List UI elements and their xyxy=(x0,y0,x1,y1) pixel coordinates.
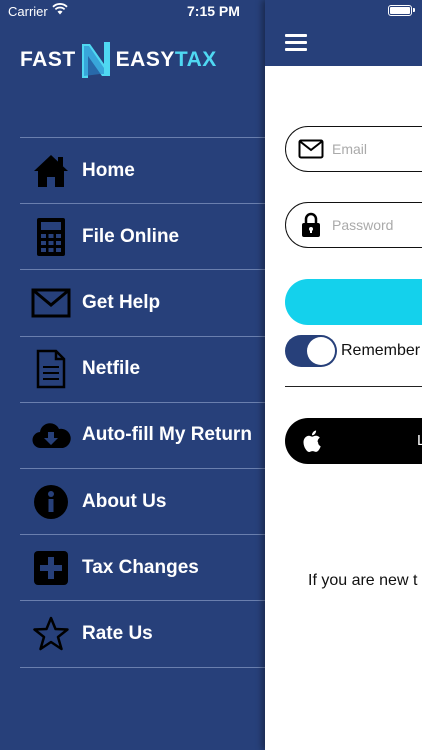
side-menu: FAST EASYTAX Home File Online Get Help xyxy=(0,0,265,750)
wifi-icon xyxy=(52,3,68,15)
apple-icon xyxy=(303,430,321,452)
app-logo: FAST EASY TAX xyxy=(20,38,217,82)
carrier-label: Carrier xyxy=(8,4,48,19)
menu-item-rate-us[interactable]: Rate Us xyxy=(20,601,265,668)
email-field[interactable] xyxy=(285,126,422,172)
menu-label-get-help: Get Help xyxy=(82,291,161,313)
star-icon xyxy=(30,613,72,655)
menu-item-home[interactable]: Home xyxy=(20,138,265,205)
menu-label-auto-fill: Auto-fill My Return xyxy=(82,424,252,446)
logo-text-easy: EASY xyxy=(115,48,175,71)
plus-icon xyxy=(30,547,72,589)
logo-text-fast: FAST xyxy=(20,48,76,71)
password-input[interactable] xyxy=(332,217,422,233)
home-icon xyxy=(30,150,72,192)
menu-item-auto-fill[interactable]: Auto-fill My Return xyxy=(20,403,265,469)
cloud-download-icon xyxy=(30,414,72,456)
login-button[interactable] xyxy=(285,279,422,325)
calculator-icon xyxy=(30,216,72,258)
status-bar: Carrier 7:15 PM xyxy=(0,0,422,24)
battery-icon xyxy=(388,5,415,16)
email-input[interactable] xyxy=(332,141,422,157)
password-field[interactable] xyxy=(285,202,422,248)
menu-label-tax-changes: Tax Changes xyxy=(82,556,199,578)
lock-icon xyxy=(296,212,326,238)
toggle-knob xyxy=(307,337,335,365)
new-user-text: If you are new t xyxy=(308,572,418,589)
menu-label-home: Home xyxy=(82,159,135,181)
menu-item-get-help[interactable]: Get Help xyxy=(20,270,265,337)
envelope-icon xyxy=(296,139,326,159)
logo-n-mark xyxy=(81,42,110,78)
hamburger-menu-icon[interactable] xyxy=(285,34,307,51)
menu-list: Home File Online Get Help Netfile Auto-f… xyxy=(20,137,265,668)
divider xyxy=(285,386,422,387)
menu-label-rate-us: Rate Us xyxy=(82,622,153,644)
main-panel: Remember L If you are new t xyxy=(265,0,422,750)
menu-item-file-online[interactable]: File Online xyxy=(20,204,265,271)
remember-label: Remember xyxy=(341,342,421,359)
apple-button-label: L xyxy=(417,432,422,449)
sign-in-with-apple-button[interactable]: L xyxy=(285,418,422,464)
menu-label-about-us: About Us xyxy=(82,490,167,512)
menu-label-file-online: File Online xyxy=(82,225,180,247)
document-icon xyxy=(30,348,72,390)
logo-text-tax: TAX xyxy=(174,48,217,71)
remember-toggle[interactable] xyxy=(285,335,337,367)
envelope-icon xyxy=(30,282,72,324)
status-time: 7:15 PM xyxy=(187,3,240,19)
menu-item-about-us[interactable]: About Us xyxy=(20,469,265,536)
info-icon xyxy=(30,481,72,523)
menu-label-netfile: Netfile xyxy=(82,358,141,380)
menu-item-tax-changes[interactable]: Tax Changes xyxy=(20,535,265,602)
menu-item-netfile[interactable]: Netfile xyxy=(20,337,265,403)
